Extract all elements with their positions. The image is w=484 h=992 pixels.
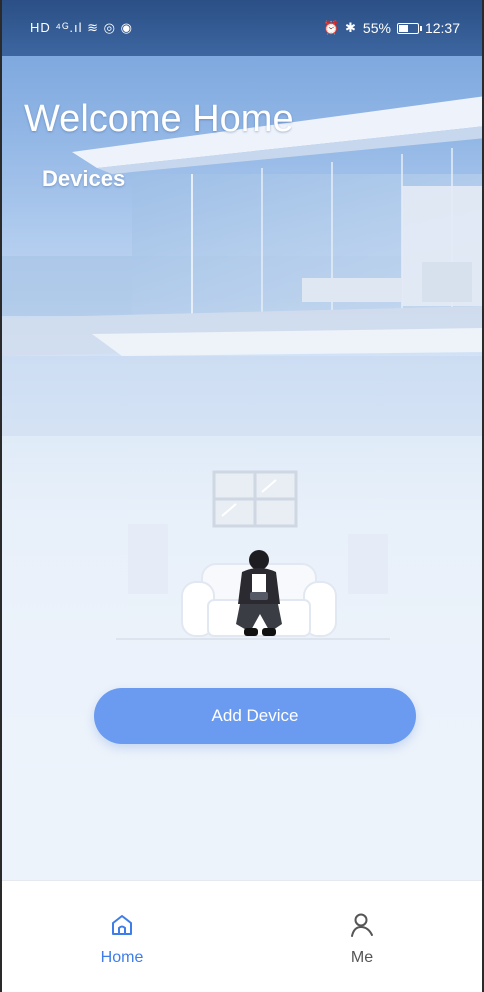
- nav-label-home: Home: [100, 949, 144, 966]
- bottom-navigation: Home Me: [2, 880, 482, 992]
- battery-icon: [396, 22, 422, 34]
- empty-state-illustration: [116, 470, 390, 640]
- nav-label-me: Me: [350, 949, 374, 966]
- person-icon: [351, 913, 373, 937]
- app-screen: HD ⁴ᴳ.ıl ≋ ◎ ◉ ⏰ ✱ 55% 12:37 Welcome Hom…: [0, 0, 484, 992]
- status-bar: HD ⁴ᴳ.ıl ≋ ◎ ◉ ⏰ ✱ 55% 12:37: [2, 0, 482, 56]
- network-icons: HD ⁴ᴳ.ıl ≋ ◎ ◉: [30, 20, 133, 35]
- status-bar-right: ⏰ ✱ 55% 12:37: [323, 20, 460, 36]
- clock: 12:37: [424, 20, 460, 36]
- alarm-bluetooth-icons: ⏰ ✱: [323, 20, 357, 35]
- home-icon: [112, 915, 132, 935]
- nav-item-me[interactable]: Me: [242, 881, 482, 992]
- nav-item-home[interactable]: Home: [2, 881, 242, 992]
- battery-percent: 55%: [362, 20, 391, 36]
- page-title: Welcome Home: [24, 98, 294, 140]
- section-title-devices: Devices: [42, 166, 126, 191]
- status-bar-left: HD ⁴ᴳ.ıl ≋ ◎ ◉: [30, 20, 133, 36]
- add-device-button[interactable]: Add Device: [94, 688, 416, 744]
